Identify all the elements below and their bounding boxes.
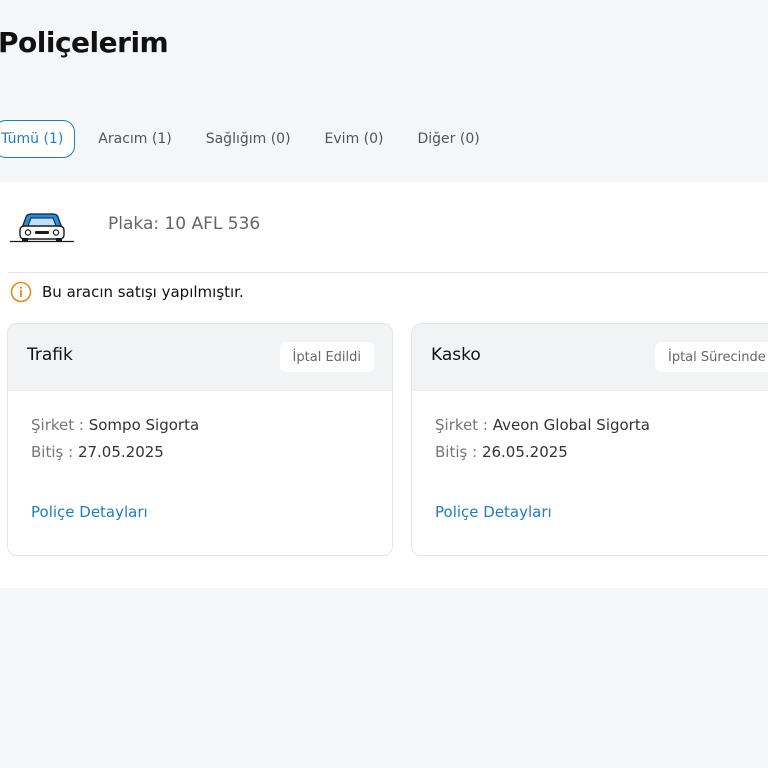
tab-vehicle[interactable]: Aracım (1)	[81, 120, 188, 158]
company-line: Şirket : Sompo Sigorta	[31, 416, 199, 434]
status-badge: İptal Edildi	[279, 342, 374, 372]
company-line: Şirket : Aveon Global Sigorta	[435, 416, 650, 434]
tab-other[interactable]: Diğer (0)	[401, 120, 497, 158]
info-circle-icon	[10, 281, 32, 303]
end-date-line: Bitiş : 26.05.2025	[435, 443, 568, 461]
status-badge: İptal Sürecinde	[655, 342, 768, 372]
divider	[8, 272, 768, 273]
company-label: Şirket :	[31, 416, 84, 434]
company-name: Aveon Global Sigorta	[492, 416, 650, 434]
plate-number: Plaka: 10 AFL 536	[108, 214, 261, 234]
tab-health[interactable]: Sağlığım (0)	[189, 120, 308, 158]
policy-type: Kasko	[431, 345, 481, 365]
company-label: Şirket :	[435, 416, 488, 434]
vehicle-row: Plaka: 10 AFL 536	[10, 208, 768, 244]
page: Poliçelerim Tümü (1) Aracım (1) Sağlığım…	[0, 0, 768, 768]
car-icon	[10, 213, 74, 243]
policy-tabs: Tümü (1) Aracım (1) Sağlığım (0) Evim (0…	[0, 120, 497, 158]
policy-card: Trafik İptal Edildi Şirket : Sompo Sigor…	[7, 323, 393, 556]
policy-details-link[interactable]: Poliçe Detayları	[31, 503, 148, 521]
end-date: 26.05.2025	[481, 443, 568, 461]
end-date-label: Bitiş :	[435, 443, 478, 461]
tab-home[interactable]: Evim (0)	[308, 120, 401, 158]
vehicle-panel: Plaka: 10 AFL 536 Bu aracın satışı yapıl…	[0, 182, 768, 588]
policy-card-header: Trafik İptal Edildi	[8, 324, 392, 391]
notice-text: Bu aracın satışı yapılmıştır.	[42, 283, 244, 301]
page-title: Poliçelerim	[0, 26, 169, 59]
policy-card-header: Kasko İptal Sürecinde	[412, 324, 768, 391]
end-date: 27.05.2025	[77, 443, 164, 461]
policy-type: Trafik	[27, 345, 73, 365]
tab-all[interactable]: Tümü (1)	[0, 120, 76, 158]
company-name: Sompo Sigorta	[88, 416, 200, 434]
end-date-label: Bitiş :	[31, 443, 74, 461]
sold-notice: Bu aracın satışı yapılmıştır.	[10, 280, 244, 304]
policy-card: Kasko İptal Sürecinde Şirket : Aveon Glo…	[411, 323, 768, 556]
policy-details-link[interactable]: Poliçe Detayları	[435, 503, 552, 521]
end-date-line: Bitiş : 27.05.2025	[31, 443, 164, 461]
